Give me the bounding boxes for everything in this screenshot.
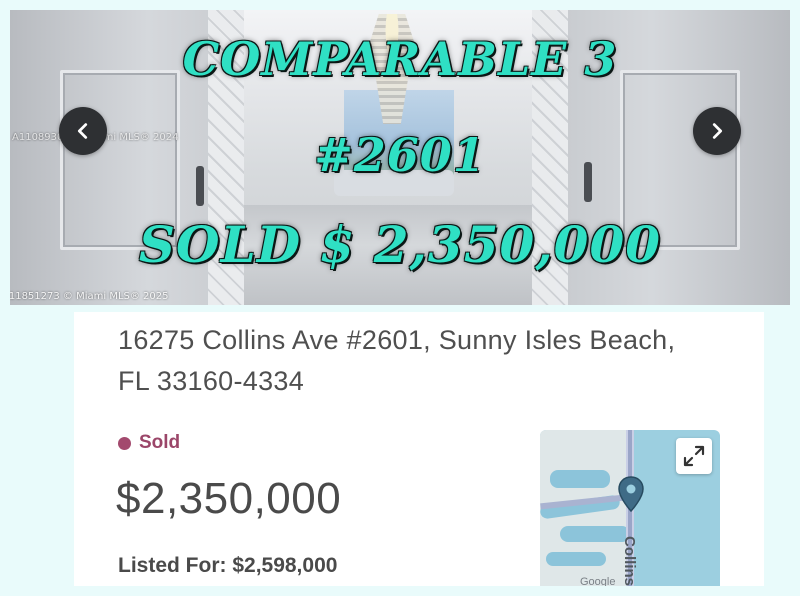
chevron-left-icon	[77, 123, 88, 139]
map-attribution: Google	[580, 576, 616, 586]
previous-photo-button[interactable]	[59, 107, 107, 155]
chevron-right-icon	[712, 123, 723, 139]
status-badge: Sold	[118, 432, 180, 454]
map-pin-icon	[618, 476, 644, 512]
photo-overlay-sold-price: SOLD $ 2,350,000	[138, 215, 662, 274]
sold-price: $2,350,000	[116, 474, 342, 523]
expand-icon	[683, 445, 705, 467]
listed-for-price: Listed For: $2,598,000	[118, 554, 338, 577]
listing-address: 16275 Collins Ave #2601, Sunny Isles Bea…	[118, 325, 676, 396]
photo-watermark-bottom: A11851273 © Miami MLS® 2025	[10, 291, 169, 302]
map-street-label: Collins	[621, 536, 638, 586]
next-photo-button[interactable]	[693, 107, 741, 155]
map-thumbnail[interactable]: Collins Google	[540, 430, 720, 586]
status-label: Sold	[139, 432, 181, 453]
listing-photo-slider[interactable]: COMPARABLE 3 #2601 SOLD $ 2,350,000 A110…	[10, 10, 790, 305]
photo-overlay-title: COMPARABLE 3	[182, 32, 618, 86]
listing-details-card: 16275 Collins Ave #2601, Sunny Isles Bea…	[74, 312, 764, 586]
expand-map-button[interactable]	[676, 438, 712, 474]
status-dot-icon	[118, 436, 131, 450]
